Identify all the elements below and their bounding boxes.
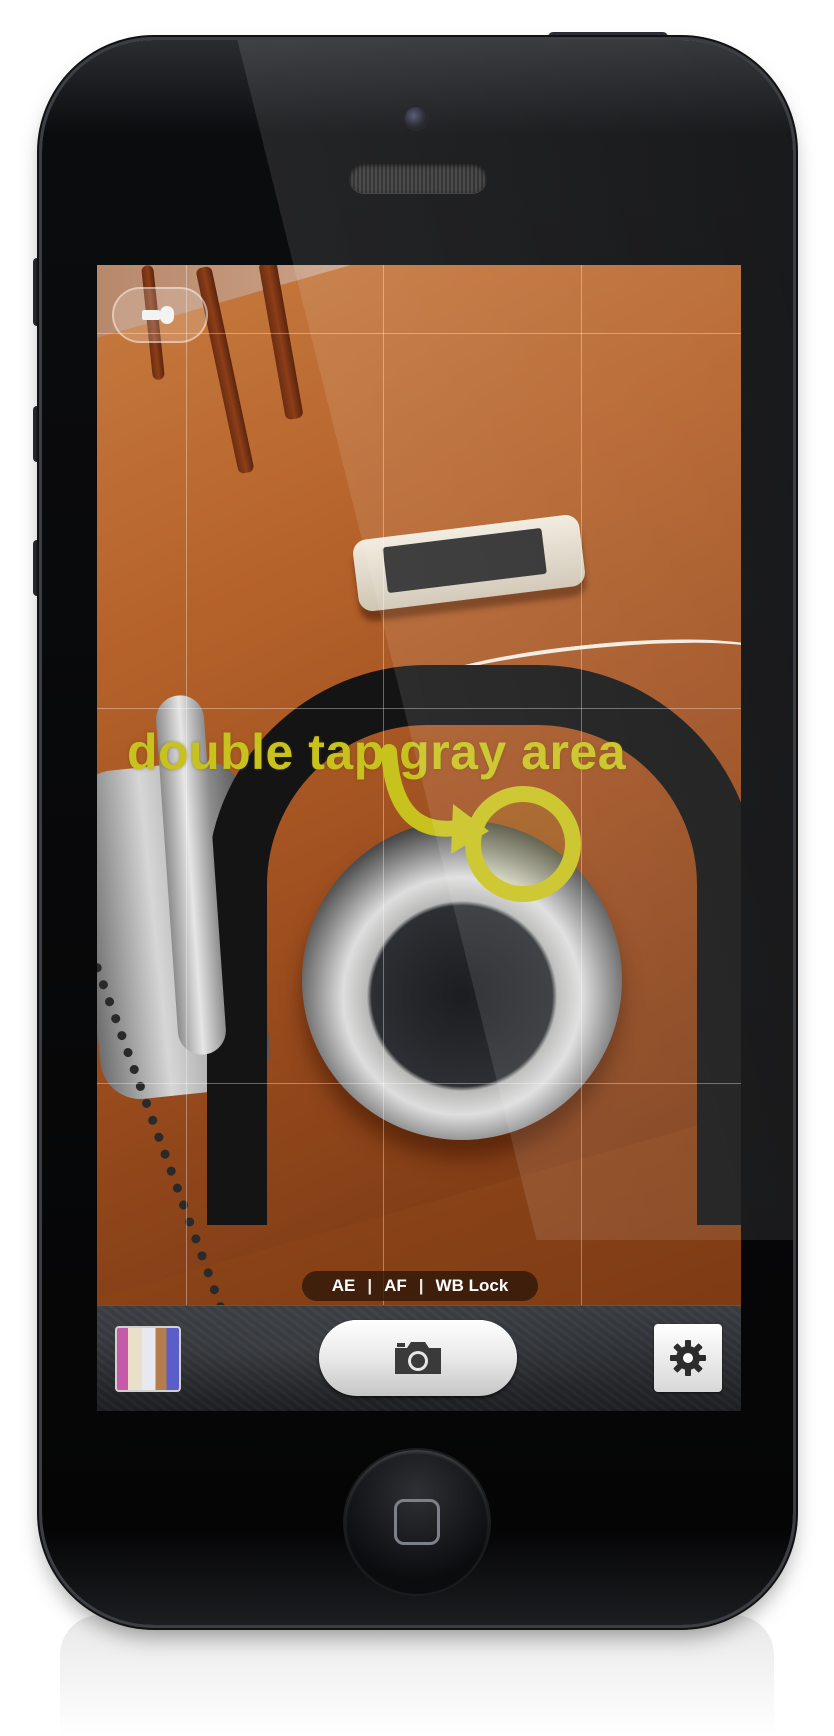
lock-separator: | — [418, 1276, 424, 1295]
home-square-icon — [394, 1499, 440, 1545]
lock-separator: | — [367, 1276, 373, 1295]
ae-lock-label[interactable]: AE — [326, 1276, 362, 1296]
ae-af-wb-lock-indicator[interactable]: AE | AF | WB Lock — [302, 1271, 538, 1301]
wb-lock-label[interactable]: WB Lock — [430, 1276, 515, 1296]
photo-thumbnail[interactable] — [115, 1326, 181, 1392]
camera-toolbar — [97, 1305, 741, 1411]
overlay-graphics — [381, 744, 581, 902]
tap-target-ring — [465, 786, 581, 902]
device-reflection — [60, 1615, 774, 1736]
camera-screen: double tap gray area AE | AF | WB Lock — [97, 265, 741, 1411]
arrow-icon — [381, 744, 465, 837]
camera-icon — [395, 1342, 441, 1374]
af-lock-label[interactable]: AF — [378, 1276, 413, 1296]
earpiece-speaker — [349, 163, 487, 193]
home-button[interactable] — [345, 1450, 489, 1594]
gear-icon — [670, 1340, 706, 1376]
settings-button[interactable] — [654, 1324, 722, 1392]
front-camera — [405, 107, 427, 129]
shutter-button[interactable] — [319, 1320, 517, 1396]
viewfinder[interactable]: double tap gray area AE | AF | WB Lock — [97, 265, 741, 1305]
